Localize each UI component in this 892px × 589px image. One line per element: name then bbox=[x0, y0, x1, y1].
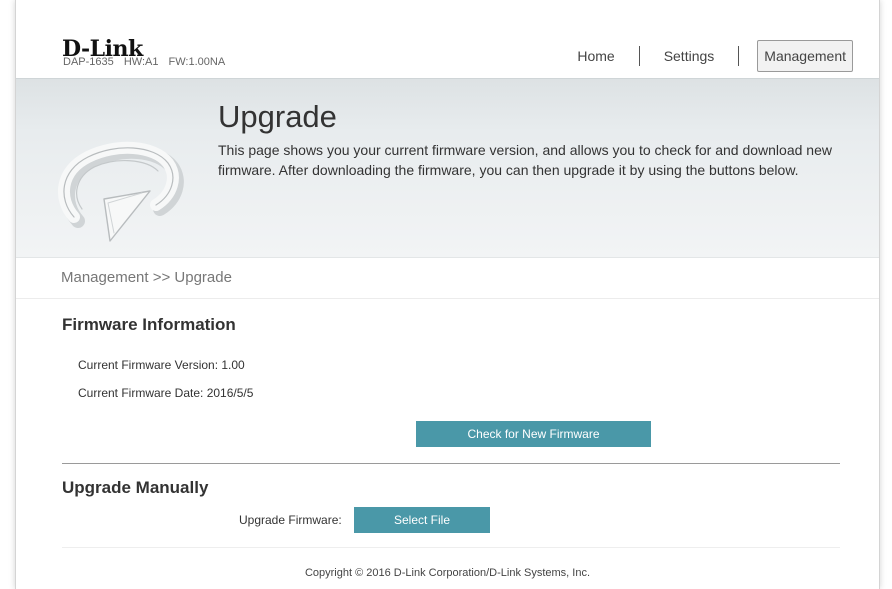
section-divider bbox=[62, 463, 840, 464]
model-number: DAP-1635 bbox=[63, 56, 114, 68]
upgrade-manually-heading: Upgrade Manually bbox=[62, 478, 209, 497]
firmware-information-heading: Firmware Information bbox=[62, 315, 236, 334]
breadcrumb: Management >> Upgrade bbox=[61, 269, 232, 286]
upgrade-arrow-icon bbox=[57, 141, 184, 242]
check-new-firmware-button[interactable]: Check for New Firmware bbox=[416, 421, 651, 447]
nav-divider bbox=[638, 46, 640, 66]
current-firmware-date: Current Firmware Date: 2016/5/5 bbox=[78, 386, 254, 400]
main-nav: Home Settings Management bbox=[571, 40, 853, 72]
page-banner: Upgrade This page shows you your current… bbox=[16, 78, 879, 258]
nav-management[interactable]: Management bbox=[757, 40, 853, 72]
current-firmware-version: Current Firmware Version: 1.00 bbox=[78, 358, 245, 372]
upgrade-firmware-label: Upgrade Firmware: bbox=[239, 513, 342, 527]
header: D-Link DAP-1635 HW:A1 FW:1.00NA Home Set… bbox=[16, 0, 879, 78]
device-info: DAP-1635 HW:A1 FW:1.00NA bbox=[63, 56, 232, 68]
firmware-version-short: FW:1.00NA bbox=[168, 56, 226, 68]
copyright-text: Copyright © 2016 D-Link Corporation/D-Li… bbox=[304, 567, 591, 579]
footer-divider bbox=[62, 547, 840, 548]
breadcrumb-divider bbox=[16, 298, 879, 299]
hardware-version: HW:A1 bbox=[123, 56, 159, 68]
router-admin-window: D-Link DAP-1635 HW:A1 FW:1.00NA Home Set… bbox=[15, 0, 880, 589]
nav-settings[interactable]: Settings bbox=[658, 41, 721, 71]
page-title: Upgrade bbox=[218, 99, 337, 134]
select-file-button[interactable]: Select File bbox=[354, 507, 490, 533]
nav-home[interactable]: Home bbox=[571, 41, 620, 71]
nav-divider bbox=[738, 46, 740, 66]
page-description: This page shows you your current firmwar… bbox=[218, 142, 832, 178]
